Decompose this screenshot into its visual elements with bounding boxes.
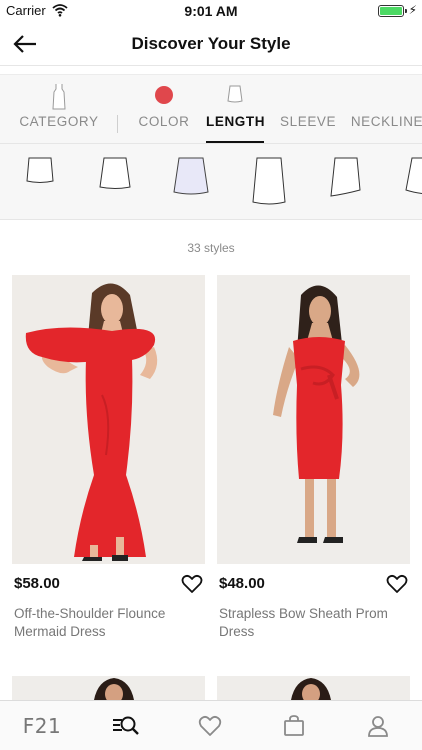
length-knee-icon[interactable]	[172, 144, 210, 200]
battery-icon	[378, 5, 407, 17]
tab-length-label: LENGTH	[206, 114, 266, 129]
tab-color-label: COLOR	[138, 114, 190, 129]
skirt-length-icon	[227, 85, 243, 103]
length-options	[0, 144, 422, 220]
product-price: $48.00	[219, 575, 265, 592]
length-mini-icon[interactable]	[24, 144, 56, 188]
tab-wishlist[interactable]	[168, 701, 252, 750]
product-price: $58.00	[14, 575, 60, 592]
result-count: 33 styles	[187, 241, 235, 255]
filter-tabs: CATEGORY COLOR LENGTH SLEEVE NECKLINE	[0, 74, 422, 144]
nav-bar: Discover Your Style	[0, 22, 422, 66]
tab-divider	[117, 115, 118, 133]
tab-length[interactable]: LENGTH	[206, 75, 266, 143]
favorite-heart-icon[interactable]	[386, 574, 408, 594]
dress-category-icon	[52, 84, 66, 110]
clock: 9:01 AM	[184, 3, 238, 19]
model-red-mermaid-dress-image	[12, 275, 205, 564]
tab-discover[interactable]	[84, 701, 168, 750]
profile-icon	[368, 716, 388, 737]
length-asymmetric-icon[interactable]	[327, 144, 363, 200]
model-red-sheath-dress-image	[217, 275, 410, 564]
tab-bar: F21	[0, 700, 422, 750]
tab-color[interactable]: COLOR	[136, 75, 192, 143]
product-card[interactable]: $48.00 Strapless Bow Sheath Prom Dress	[217, 275, 410, 639]
charging-icon: ⚡	[408, 3, 417, 17]
page-title: Discover Your Style	[131, 34, 291, 53]
status-bar: Carrier 9:01 AM ⚡	[0, 0, 422, 22]
product-image[interactable]	[217, 275, 410, 564]
tab-neckline-label: NECKLINE	[350, 114, 422, 129]
length-midi-icon[interactable]	[250, 144, 288, 208]
model-peek-image	[94, 678, 134, 700]
tab-sleeve[interactable]: SLEEVE	[280, 75, 337, 143]
color-swatch-icon	[155, 86, 173, 104]
product-name[interactable]: Off-the-Shoulder Flounce Mermaid Dress	[14, 605, 204, 641]
product-image[interactable]	[217, 676, 410, 700]
tab-bag[interactable]	[252, 701, 336, 750]
shopping-bag-icon	[284, 715, 304, 736]
product-image[interactable]	[12, 275, 205, 564]
tab-neckline[interactable]: NECKLINE	[350, 75, 422, 143]
tab-account[interactable]	[336, 701, 420, 750]
product-card[interactable]: $58.00 Off-the-Shoulder Flounce Mermaid …	[12, 275, 205, 639]
f21-logo: F21	[22, 714, 62, 738]
tab-sleeve-label: SLEEVE	[280, 114, 337, 129]
product-name[interactable]: Strapless Bow Sheath Prom Dress	[219, 605, 409, 641]
length-above-knee-icon[interactable]	[98, 144, 132, 196]
tab-home[interactable]: F21	[0, 701, 84, 750]
active-tab-indicator	[206, 141, 264, 143]
product-image[interactable]	[12, 676, 205, 700]
length-maxi-icon[interactable]	[402, 144, 422, 200]
heart-icon	[198, 715, 222, 736]
discover-search-icon	[113, 716, 139, 735]
favorite-heart-icon[interactable]	[181, 574, 203, 594]
model-peek-image	[291, 678, 331, 700]
tab-category[interactable]: CATEGORY	[18, 75, 100, 143]
tab-category-label: CATEGORY	[19, 114, 99, 129]
